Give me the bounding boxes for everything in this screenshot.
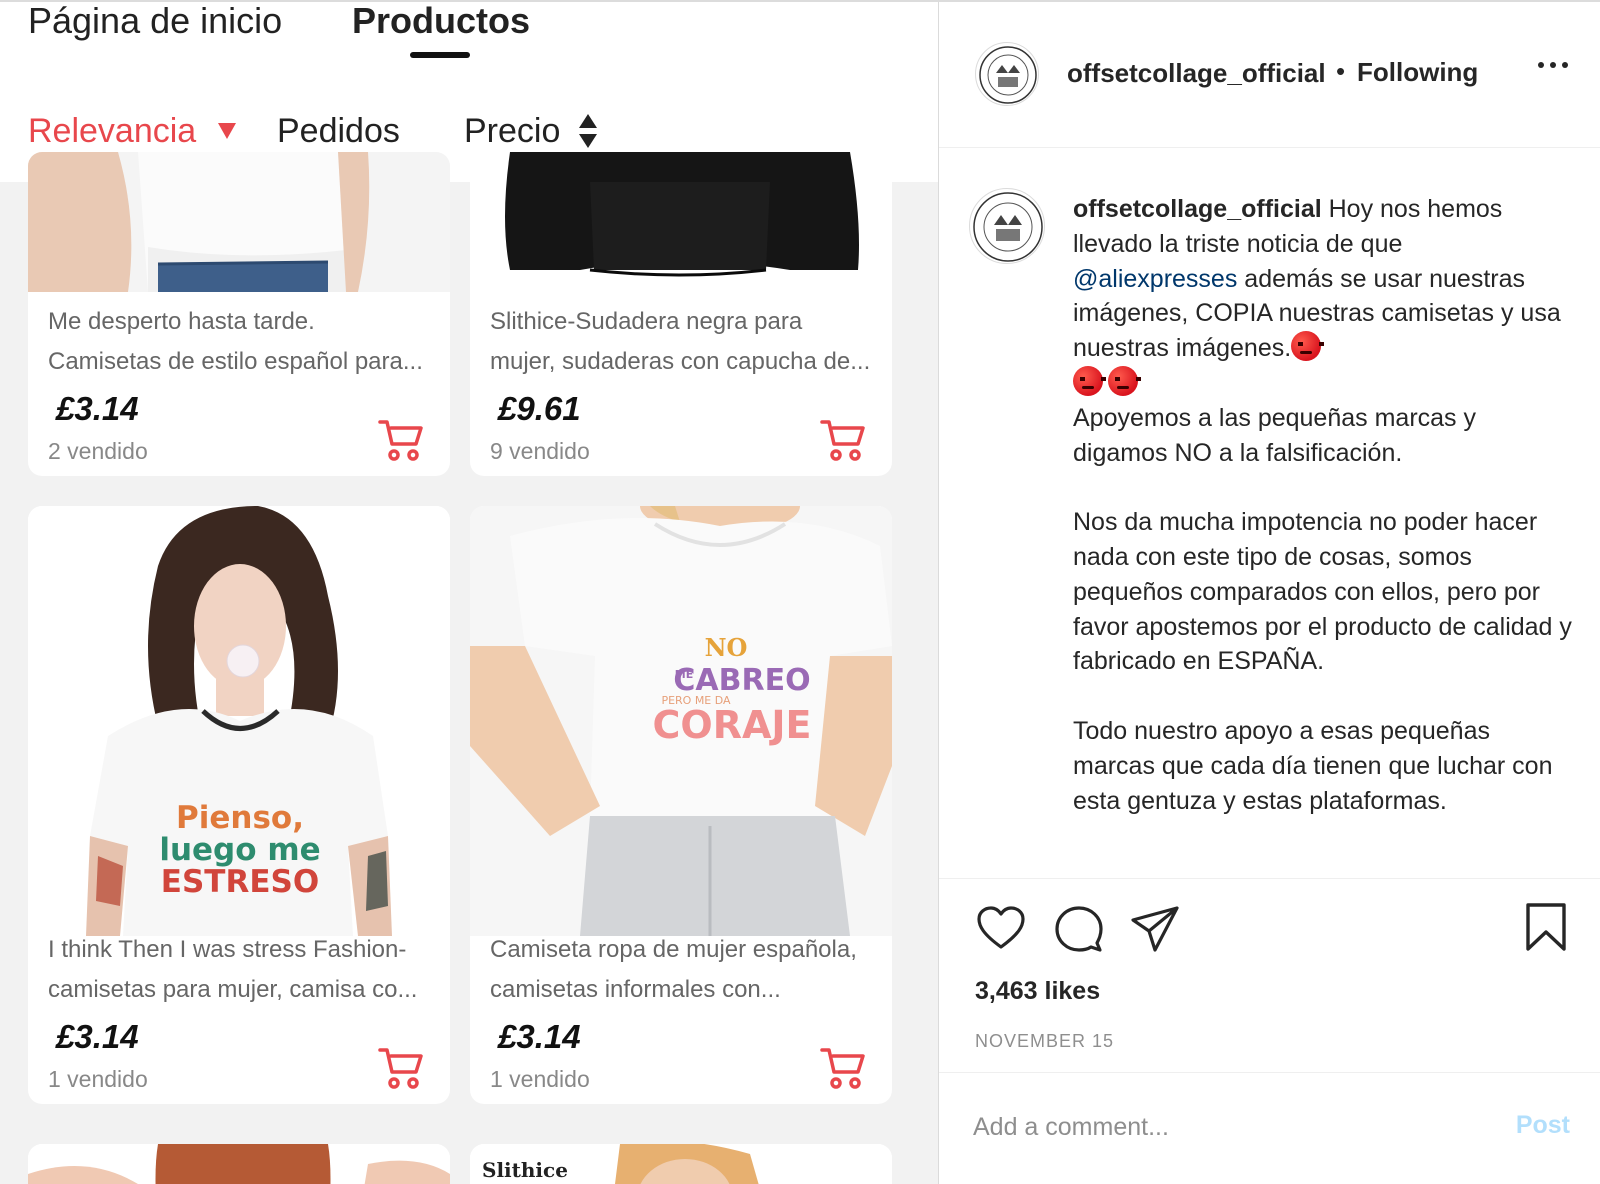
product-sold-count: 9 vendido (490, 438, 590, 464)
product-card[interactable] (28, 1144, 450, 1184)
tab-products[interactable]: Productos (352, 2, 530, 42)
product-sold-count: 1 vendido (490, 1066, 590, 1092)
product-card[interactable]: NO ME CABREO PERO ME DA CORAJE Camiseta … (470, 506, 892, 1104)
product-card[interactable]: Slithice (470, 1144, 892, 1184)
product-title-line: camisetas para mujer, camisa co... (48, 976, 418, 1003)
product-title-line: I think Then I was stress Fashion- (48, 936, 407, 963)
post-header: offsetcollage_official • Following (939, 2, 1600, 148)
mention-link[interactable]: @aliexpresses (1073, 265, 1237, 293)
instagram-post-panel: offsetcollage_official • Following offse… (938, 0, 1600, 1184)
shirt-print-line: luego me (159, 832, 320, 868)
avatar[interactable] (975, 42, 1039, 106)
shirt-print-line: CABREO (673, 663, 810, 698)
product-card[interactable]: Slithice-Sudadera negra para mujer, suda… (470, 152, 892, 476)
product-image (28, 152, 450, 292)
bookmark-icon[interactable] (1520, 901, 1572, 953)
add-to-cart-icon[interactable] (378, 418, 424, 462)
caption-username[interactable]: offsetcollage_official (1073, 195, 1322, 223)
comment-input[interactable] (973, 1107, 1453, 1147)
add-to-cart-icon[interactable] (820, 418, 866, 462)
product-price: £9.61 (498, 390, 581, 427)
product-image (470, 152, 892, 292)
product-card[interactable]: Pienso, luego me ESTRESO I think Then I … (28, 506, 450, 1104)
brand-label: Slithice (482, 1158, 568, 1182)
caret-down-icon (218, 123, 236, 139)
caption-paragraph: Todo nuestro apoyo a esas pequeñas marca… (1073, 716, 1553, 815)
shirt-print-line: Pienso, (176, 800, 304, 836)
product-image (28, 1144, 450, 1184)
product-sold-count: 2 vendido (48, 438, 148, 464)
comment-bar: Post (939, 1072, 1600, 1184)
shirt-print-line: CORAJE (653, 703, 812, 747)
like-count[interactable]: 3,463 likes (975, 977, 1100, 1006)
product-card[interactable]: Me desperto hasta tarde. Camisetas de es… (28, 152, 450, 476)
avatar[interactable] (969, 188, 1045, 264)
add-to-cart-icon[interactable] (378, 1046, 424, 1090)
product-title-line: Slithice-Sudadera negra para (490, 308, 803, 335)
angry-face-icon (1108, 365, 1141, 396)
product-sold-count: 1 vendido (48, 1066, 148, 1092)
product-title-line: Camisetas de estilo español para... (48, 348, 423, 375)
shop-screenshot: Página de inicio Productos Relevancia Pe… (0, 0, 938, 1184)
add-to-cart-icon[interactable] (820, 1046, 866, 1090)
comment-icon[interactable] (1053, 903, 1105, 955)
post-comment-button[interactable]: Post (1516, 1111, 1570, 1140)
caption-paragraph: Apoyemos a las pequeñas marcas y digamos… (1073, 403, 1476, 467)
product-title-line: Camiseta ropa de mujer española, (490, 936, 857, 963)
active-tab-indicator (410, 52, 470, 58)
post-author-username[interactable]: offsetcollage_official (1067, 58, 1326, 89)
product-price: £3.14 (56, 390, 139, 427)
caption-paragraph: Nos da mucha impotencia no poder hacer n… (1073, 508, 1572, 676)
product-image: Pienso, luego me ESTRESO (28, 506, 450, 936)
product-title-line: camisetas informales con... (490, 976, 781, 1003)
share-icon[interactable] (1129, 903, 1181, 955)
sort-price[interactable]: Precio (464, 112, 560, 151)
shirt-print-line: NO (705, 633, 748, 662)
product-title-line: Me desperto hasta tarde. (48, 308, 315, 335)
following-button[interactable]: Following (1357, 57, 1478, 88)
angry-face-icon (1291, 331, 1325, 362)
post-actions: 3,463 likes NOVEMBER 15 (939, 878, 1600, 1058)
separator-dot: • (1336, 56, 1346, 86)
sort-arrows-icon (578, 112, 598, 150)
angry-face-icon (1073, 365, 1106, 396)
sort-orders[interactable]: Pedidos (277, 112, 400, 151)
shirt-print-line: ESTRESO (161, 864, 319, 900)
heart-icon[interactable] (975, 903, 1027, 955)
product-title-line: mujer, sudaderas con capucha de... (490, 348, 871, 375)
product-image: NO ME CABREO PERO ME DA CORAJE (470, 506, 892, 936)
more-options-icon[interactable] (1538, 60, 1570, 70)
post-caption: offsetcollage_official Hoy nos hemos lle… (1073, 192, 1573, 818)
post-date[interactable]: NOVEMBER 15 (975, 1031, 1114, 1052)
product-price: £3.14 (56, 1018, 139, 1055)
product-price: £3.14 (498, 1018, 581, 1055)
tab-home[interactable]: Página de inicio (28, 2, 282, 42)
sort-relevance[interactable]: Relevancia (28, 112, 196, 151)
